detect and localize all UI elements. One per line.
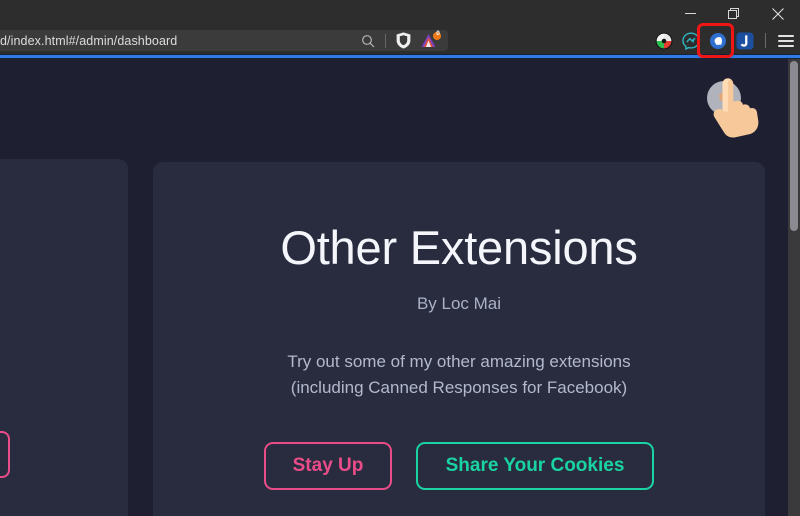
author-byline: By Loc Mai (416, 294, 502, 313)
card-description-line-1: Try out some of my other amazing extensi… (287, 352, 631, 371)
close-icon (772, 7, 784, 20)
extension-badge-count: 0 (436, 29, 440, 37)
page-title: Other Extensions (280, 221, 638, 274)
address-bar[interactable]: d/index.html#/admin/dashboard 0 (0, 30, 448, 51)
brave-shield-icon[interactable] (393, 31, 413, 51)
messenger-extension-icon[interactable] (681, 31, 701, 51)
j-letter-extension-icon[interactable] (735, 31, 755, 51)
restore-icon (728, 7, 739, 19)
left-card-partial: e for (0, 159, 128, 516)
card-description: Try out some of my other amazing extensi… (287, 349, 630, 402)
window-restore-button[interactable] (712, 0, 756, 27)
browser-window: d/index.html#/admin/dashboard 0 Other Ex… (0, 0, 800, 516)
page-scrollbar-thumb[interactable] (790, 61, 798, 231)
address-bar-icons: 0 (358, 29, 448, 51)
window-titlebar (0, 0, 800, 27)
blue-swirl-extension-icon[interactable] (708, 31, 728, 51)
toolbar-divider (385, 33, 386, 48)
stay-up-button[interactable]: Stay Up (264, 441, 392, 490)
share-your-cookies-button[interactable]: Share Your Cookies (416, 441, 654, 490)
color-wheel-extension-icon[interactable] (654, 31, 674, 51)
window-minimize-button[interactable] (668, 0, 712, 27)
hamburger-menu-icon[interactable] (776, 31, 796, 51)
other-extensions-card: Other Extensions By Loc Mai Try out some… (153, 162, 765, 516)
card-description-line-2: (including Canned Responses for Facebook… (290, 378, 628, 398)
minimize-icon (684, 13, 696, 14)
address-bar-text[interactable]: d/index.html#/admin/dashboard (0, 34, 358, 48)
search-icon[interactable] (358, 31, 378, 51)
left-card-button-partial[interactable] (0, 431, 10, 478)
window-close-button[interactable] (756, 0, 800, 27)
toolbar-right-divider (765, 33, 766, 48)
triangle-extension-icon[interactable]: 0 (420, 29, 442, 51)
page-content: e for Other Extensions By Loc Mai Try ou… (0, 59, 800, 516)
toolbar-extension-area (654, 27, 796, 54)
card-button-row: Stay Up Share Your Cookies (264, 441, 654, 490)
